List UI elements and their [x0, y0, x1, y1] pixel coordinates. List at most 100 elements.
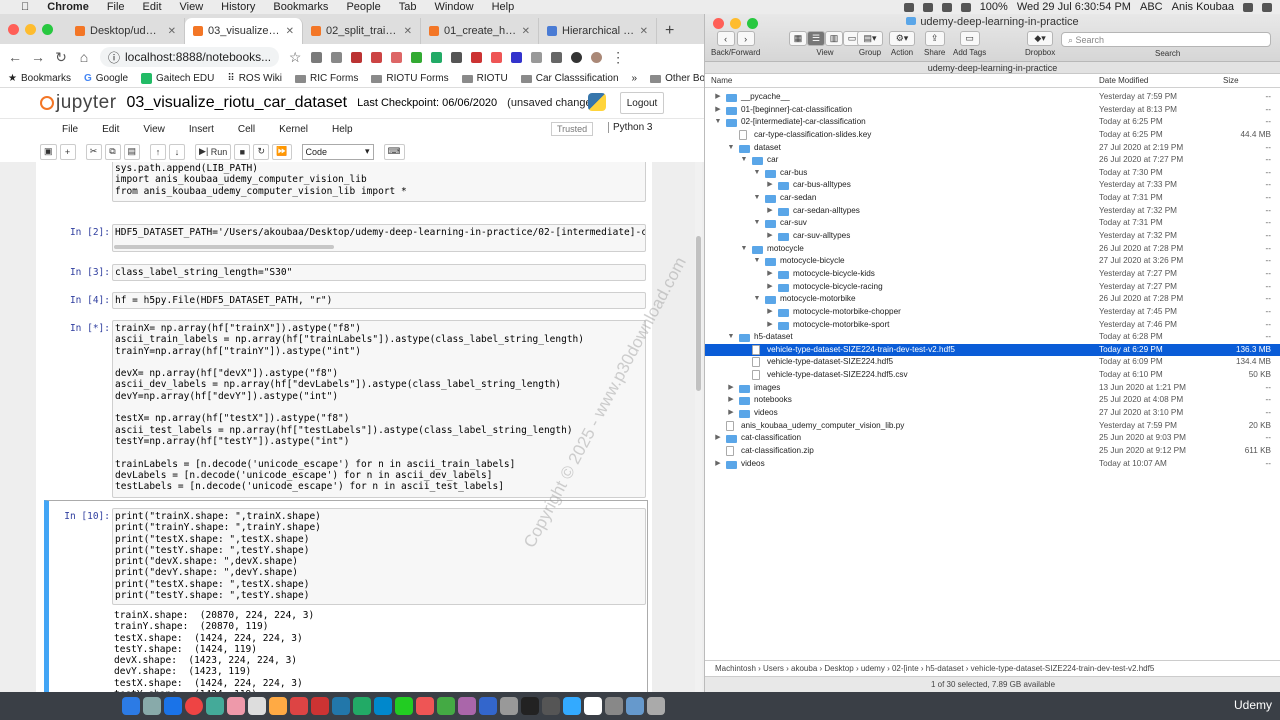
browser-tab[interactable]: 02_split_train_dev_t ✕	[303, 18, 421, 44]
cell-input[interactable]: hf = h5py.File(HDF5_DATASET_PATH, "r")	[112, 292, 646, 309]
pdf-icon[interactable]	[311, 697, 329, 715]
app-icon[interactable]	[584, 697, 602, 715]
folder-row[interactable]: ▶ notebooks 25 Jul 2020 at 4:08 PM --	[705, 394, 1280, 407]
disclosure-open-icon[interactable]: ▼	[726, 331, 736, 344]
dropbox-button[interactable]: ◆▾ Dropbox	[1025, 31, 1055, 57]
group-button[interactable]: ▤▾ Group	[857, 31, 883, 57]
folder-row[interactable]: ▼ car-suv Today at 7:31 PM --	[705, 217, 1280, 230]
list-view-button[interactable]: ☰	[807, 31, 825, 46]
clock[interactable]: Wed 29 Jul 6:30:54 PM	[1017, 0, 1131, 14]
extension-icon[interactable]	[351, 51, 363, 63]
action-button[interactable]: ⚙▾ Action	[889, 31, 915, 57]
wifi-icon[interactable]	[960, 2, 971, 12]
app-icon[interactable]	[500, 697, 518, 715]
folder-row[interactable]: ▶ car-suv-alltypes Yesterday at 7:32 PM --	[705, 230, 1280, 243]
restart-icon[interactable]: ↻	[253, 143, 270, 160]
folder-row[interactable]: ▶ videos Today at 10:07 AM --	[705, 458, 1280, 471]
jmenu-cell[interactable]: Cell	[226, 124, 267, 135]
extension-icon[interactable]	[331, 51, 343, 63]
folder-row[interactable]: ▼ motocycle-motorbike 26 Jul 2020 at 7:28 …	[705, 293, 1280, 306]
disclosure-closed-icon[interactable]: ▶	[726, 382, 736, 395]
jupyter-logo[interactable]: jupyter	[40, 92, 117, 114]
path-bar[interactable]: Machintosh › Users › akouba › Desktop › …	[705, 660, 1280, 676]
folder-row[interactable]: ▼ car-sedan Today at 7:31 PM --	[705, 192, 1280, 205]
trash-icon[interactable]	[647, 697, 665, 715]
folder-row[interactable]: ▼ motocycle 26 Jul 2020 at 7:28 PM --	[705, 243, 1280, 256]
disclosure-closed-icon[interactable]: ▶	[713, 91, 723, 104]
star-icon[interactable]: ☆	[288, 49, 302, 66]
folder-row[interactable]: ▶ 01-[beginner]-cat-classification Yesterd…	[705, 104, 1280, 117]
new-tab-button[interactable]: +	[657, 18, 682, 44]
disclosure-open-icon[interactable]: ▼	[726, 142, 736, 155]
search-icon[interactable]	[1243, 2, 1253, 12]
launchpad-icon[interactable]	[143, 697, 161, 715]
disclosure-closed-icon[interactable]: ▶	[713, 104, 723, 117]
save-icon[interactable]: ▣	[40, 143, 57, 160]
folder-row[interactable]: ▼ dataset 27 Jul 2020 at 2:19 PM --	[705, 142, 1280, 155]
back-icon[interactable]: ←	[8, 49, 22, 65]
bookmark-item[interactable]: Gaitech EDU	[141, 73, 214, 84]
address-bar[interactable]: ⓘ localhost:8888/notebooks...	[100, 47, 280, 67]
app-icon[interactable]	[479, 697, 497, 715]
safari-icon[interactable]	[164, 697, 182, 715]
restart-run-all-icon[interactable]: ⏩	[272, 143, 292, 160]
terminal-icon[interactable]	[521, 697, 539, 715]
bookmark-item[interactable]: RIC Forms	[295, 73, 358, 84]
forward-button[interactable]: ›	[736, 31, 755, 46]
file-row[interactable]: cat-classification.zip 25 Jun 2020 at 9:1…	[705, 445, 1280, 458]
bookmark-item[interactable]: RIOTU	[461, 73, 508, 84]
disclosure-closed-icon[interactable]: ▶	[765, 179, 775, 192]
disclosure-open-icon[interactable]: ▼	[752, 293, 762, 306]
browser-tab[interactable]: 01_create_h5_datas ✕	[421, 18, 539, 44]
jmenu-edit[interactable]: Edit	[90, 124, 131, 135]
jmenu-view[interactable]: View	[131, 124, 177, 135]
paste-icon[interactable]: ▤	[123, 143, 141, 160]
folder-row[interactable]: ▼ car-bus Today at 7:30 PM --	[705, 167, 1280, 180]
folder-row[interactable]: ▼ motocycle-bicycle 27 Jul 2020 at 3:26 PM…	[705, 255, 1280, 268]
disclosure-closed-icon[interactable]: ▶	[765, 205, 775, 218]
share-button[interactable]: ⇪ Share	[924, 31, 945, 57]
extension-icon[interactable]	[531, 51, 543, 63]
photos-icon[interactable]	[227, 697, 245, 715]
disclosure-open-icon[interactable]: ▼	[752, 255, 762, 268]
control-center-icon[interactable]	[1262, 2, 1272, 12]
cell-type-select[interactable]: Code ▾	[301, 143, 374, 160]
disclosure-open-icon[interactable]: ▼	[752, 167, 762, 180]
trusted-badge[interactable]: Trusted	[551, 122, 594, 136]
folder-row[interactable]: ▶ car-bus-alltypes Yesterday at 7:33 PM --	[705, 179, 1280, 192]
cell-input[interactable]: sys.path.append(LIB_PATH) import anis_ko…	[112, 162, 646, 202]
excel-icon[interactable]	[353, 697, 371, 715]
folder-row[interactable]: ▼ h5-dataset Today at 6:28 PM --	[705, 331, 1280, 344]
other-bookmarks[interactable]: Other Bookmarks	[650, 73, 704, 84]
minimize-window-button[interactable]	[25, 23, 36, 35]
bookmark-item[interactable]: ★ Bookmarks	[8, 73, 71, 84]
info-icon[interactable]: ⓘ	[108, 49, 120, 66]
extension-icon[interactable]	[471, 51, 483, 63]
menu-edit[interactable]: Edit	[134, 0, 171, 14]
column-name[interactable]: Name	[711, 76, 732, 85]
disclosure-open-icon[interactable]: ▼	[752, 192, 762, 205]
notes-icon[interactable]	[269, 697, 287, 715]
app-icon[interactable]	[458, 697, 476, 715]
file-row[interactable]: anis_koubaa_udemy_computer_vision_lib.py…	[705, 420, 1280, 433]
menu-bookmarks[interactable]: Bookmarks	[264, 0, 337, 14]
cell-input[interactable]: class_label_string_length="S30"	[112, 264, 646, 281]
extension-icon[interactable]	[511, 51, 523, 63]
move-up-icon[interactable]: ↑	[150, 143, 167, 160]
disclosure-closed-icon[interactable]: ▶	[765, 319, 775, 332]
jmenu-help[interactable]: Help	[320, 124, 365, 135]
app-icon[interactable]	[437, 697, 455, 715]
disclosure-closed-icon[interactable]: ▶	[765, 230, 775, 243]
status-icon[interactable]	[922, 2, 933, 12]
jmenu-file[interactable]: File	[50, 124, 90, 135]
menu-tab[interactable]: Tab	[390, 0, 426, 14]
disclosure-open-icon[interactable]: ▼	[739, 243, 749, 256]
disclosure-open-icon[interactable]: ▼	[713, 116, 723, 129]
folder-row[interactable]: ▼ car 26 Jul 2020 at 7:27 PM --	[705, 154, 1280, 167]
mail-icon[interactable]	[206, 697, 224, 715]
bookmark-item[interactable]: Car Classsification	[520, 73, 619, 84]
bookmark-item[interactable]: G Google	[84, 73, 128, 84]
battery-percent[interactable]: 100%	[980, 0, 1008, 14]
extension-icon[interactable]	[311, 51, 323, 63]
bluetooth-icon[interactable]	[941, 2, 952, 12]
